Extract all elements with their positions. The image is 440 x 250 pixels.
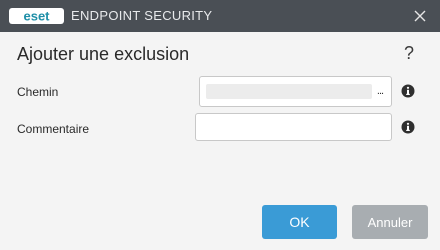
help-button[interactable]: ? <box>402 42 416 64</box>
browse-button[interactable]: ... <box>373 85 387 99</box>
path-input[interactable] <box>206 84 372 99</box>
dialog-title: Ajouter une exclusion <box>17 44 190 64</box>
title-bar: eset ENDPOINT SECURITY <box>0 0 440 32</box>
path-field[interactable]: ... <box>199 76 392 107</box>
cancel-button[interactable]: Annuler <box>352 205 428 239</box>
ok-button[interactable]: OK <box>262 205 337 239</box>
dialog-content: Ajouter une exclusion ? Chemin ... Comme… <box>0 32 440 250</box>
close-button[interactable] <box>410 6 430 26</box>
info-icon[interactable] <box>401 120 415 134</box>
comment-input[interactable] <box>195 113 392 141</box>
info-icon[interactable] <box>401 84 415 98</box>
eset-logo: eset <box>9 8 64 24</box>
dialog-window: eset ENDPOINT SECURITY Ajouter une exclu… <box>0 0 440 250</box>
close-icon <box>414 10 426 22</box>
path-label: Chemin <box>17 85 59 99</box>
comment-label: Commentaire <box>17 122 90 136</box>
svg-text:eset: eset <box>23 9 50 24</box>
product-title: ENDPOINT SECURITY <box>71 8 213 23</box>
